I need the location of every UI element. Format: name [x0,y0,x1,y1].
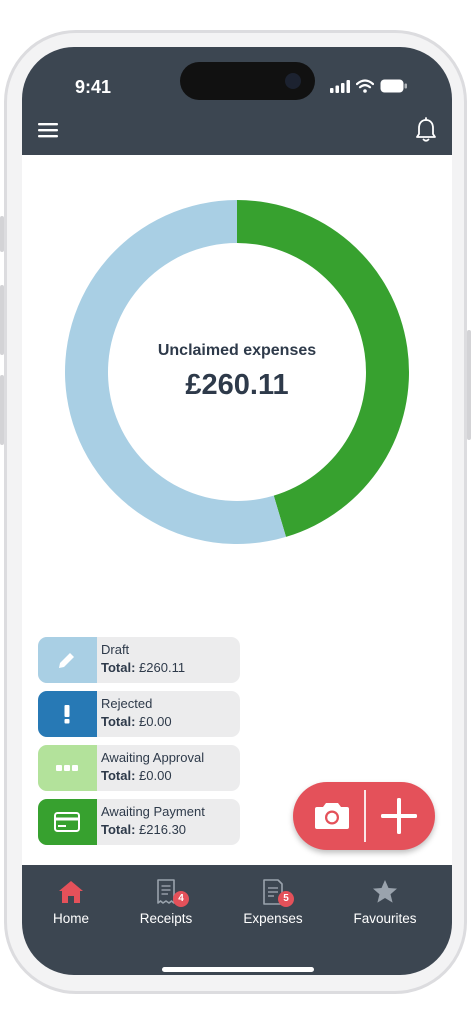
add-icon[interactable] [381,798,417,834]
star-icon [373,880,397,903]
legend-swatch-awaiting-payment [38,799,97,845]
fab-divider [364,790,366,842]
legend-swatch-draft [38,637,97,683]
nav-expenses[interactable]: 5 Expenses [218,865,328,945]
nav-favourites[interactable]: Favourites [330,865,440,945]
nav-receipts[interactable]: 4 Receipts [111,865,221,945]
legend-swatch-rejected [38,691,97,737]
legend-title: Awaiting Approval [101,750,205,765]
expenses-badge: 5 [278,891,294,907]
menu-icon[interactable] [38,122,60,138]
camera-icon[interactable] [315,801,349,831]
status-time: 9:41 [75,77,112,97]
battery-icon [380,79,407,93]
receipts-badge: 4 [173,891,189,907]
signal-icon [330,80,350,93]
volume-down-button [0,375,4,445]
legend-total: Total: £0.00 [101,768,172,783]
unclaimed-label: Unclaimed expenses [157,342,317,359]
power-button [467,330,471,440]
legend-total: Total: £0.00 [101,714,172,729]
volume-up-button [0,285,4,355]
quick-action-fab [293,782,435,850]
legend-title: Rejected [101,696,153,711]
legend-item-draft[interactable]: Draft Total: £260.11 [38,637,240,683]
screen: 9:41 Unclaimed expenses £260.11 Draft To… [22,47,452,975]
legend-total: Total: £216.30 [101,822,187,837]
pencil-icon [59,653,74,668]
exclamation-icon [64,705,70,724]
bell-icon[interactable] [415,117,437,143]
nav-label-expenses: Expenses [243,911,303,926]
status-bar: 9:41 [22,47,452,111]
bottom-navigation: Home 4 Receipts 5 Expenses Favourites [22,865,452,975]
unclaimed-amount: £260.11 [185,369,289,401]
legend-title: Awaiting Payment [101,804,205,819]
nav-label-receipts: Receipts [139,911,193,926]
app-header [22,111,452,155]
legend-title: Draft [101,642,130,657]
legend-total: Total: £260.11 [101,660,186,675]
legend-item-rejected[interactable]: Rejected Total: £0.00 [38,691,240,737]
mute-switch [0,216,4,252]
card-icon [54,812,80,832]
legend-item-awaiting-approval[interactable]: Awaiting Approval Total: £0.00 [38,745,240,791]
home-icon [59,881,83,903]
legend-item-awaiting-payment[interactable]: Awaiting Payment Total: £216.30 [38,799,240,845]
dots-icon [56,765,78,771]
legend-swatch-awaiting-approval [38,745,97,791]
wifi-icon [356,79,374,93]
nav-label-favourites: Favourites [353,911,417,926]
home-indicator [162,967,314,972]
dynamic-island [180,62,315,100]
front-camera [285,73,301,89]
